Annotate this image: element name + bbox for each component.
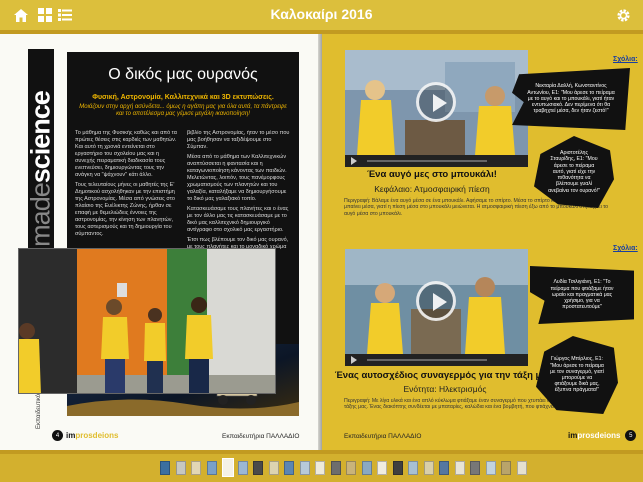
app-title: Καλοκαίρι 2016 [270,6,373,22]
seek-bar[interactable] [367,160,487,162]
page-thumbnail-icon[interactable] [222,458,234,477]
brand-made-text: made [25,183,56,247]
article-subhead: Φυσική, Αστρονομία, Καλλιτεχνικά και 3D … [92,94,274,101]
page-thumbnail-icon[interactable] [485,461,496,475]
page-thumbnail-icon[interactable] [346,461,356,475]
article-headline: Ο δικός μας ουρανός [108,66,258,83]
page-thumbnail-icon[interactable] [206,461,217,475]
page-thumbnail-icon[interactable] [516,461,527,475]
video-controls[interactable] [345,354,528,366]
article-paragraph: Κατασκευάσαμε τους πλανήτες και ο ένας μ… [187,206,289,233]
page-thumbnail-icon[interactable] [439,461,449,475]
page-thumbnail-icon[interactable] [268,461,279,475]
magazine-stage: madescience Εκπαιδευτικό Υλικό Ο δικός μ… [0,30,643,454]
play-icon[interactable] [351,356,357,364]
comment-bubble: Νεκταρία Δαλλή, Κωνσταντίνος Αντωνίου, Ε… [512,68,630,130]
comment-bubble: Λυδία Τσιλιγιάνη, Ε1: "Το πείραμα που φτ… [530,266,634,324]
page-thumbnail-icon[interactable] [423,461,434,475]
page-thumbnail-icon[interactable] [299,461,310,475]
page-thumbnail-icon[interactable] [408,461,418,475]
video1-subtitle: Κεφάλαιο: Ατμοσφαιρική πίεση [374,184,490,194]
page-thumbnail-icon[interactable] [284,461,294,475]
article-column-1: Το μάθημα της Φυσικής καθώς και από τα π… [75,130,179,241]
publisher-logo: improsdeions [66,431,118,440]
right-footer-brand: improsdeions 5 [568,430,637,441]
page-thumbnail-icon[interactable] [330,461,341,475]
video2-subtitle: Ενότητα: Ηλεκτρισμός [403,384,487,394]
page-thumbnail-icon[interactable] [315,461,325,475]
video2-title: Ένας αυτοσχέδιος συναγερμός για την τάξη… [334,370,556,381]
video2-player[interactable] [345,249,528,366]
video1-player[interactable] [345,50,528,167]
article-column-2: βιβλίο της Αστρονομίας, ήταν το μέσο που… [187,130,291,261]
brand-science-text: science [25,91,56,184]
comments-label: Σχόλια: [613,245,638,252]
publisher-logo-part: im [66,431,76,440]
right-footer-school: Εκπαιδευτήρια ΠΑΛΛΑΔΙΟ [344,433,422,440]
left-footer-brand: 4 improsdeions [52,430,118,441]
page-thumbnail-icon[interactable] [377,461,387,475]
page-thumbnail-icon[interactable] [501,461,511,475]
article-paragraph: βιβλίο της Αστρονομίας, ήταν το μέσο που… [187,130,290,150]
play-button[interactable] [416,281,456,321]
publisher-logo-part: prosdeions [75,431,119,440]
article-paragraph: Τους τελευταίους μήνες οι μαθητές της Ε'… [75,182,175,237]
students-photo[interactable] [18,248,276,394]
page-thumbnail-icon[interactable] [361,461,372,475]
article-lead: Μοιάζουν στην αρχή ασύνδετα... όμως η αγ… [79,104,287,117]
publisher-logo-part: im [568,431,578,440]
article-paragraph: Μέσα από το μάθημα των Καλλιτεχνικών ανα… [187,154,287,202]
page-number-badge: 5 [625,430,637,441]
page-thumbnail-icon[interactable] [470,461,480,475]
publisher-logo-part: prosdeions [577,431,621,440]
publisher-logo: improsdeions [568,431,620,440]
page-thumbnail-icon[interactable] [392,461,403,475]
page-thumbnail-icon[interactable] [253,461,263,475]
video-controls[interactable] [345,155,528,167]
video1-title: Ένα αυγό μες στο μπουκάλι! [367,169,497,180]
play-icon[interactable] [351,157,357,165]
page-thumbnail-icon[interactable] [237,461,248,475]
page-thumbnail-icon[interactable] [191,461,201,475]
thumbnail-strip [0,454,643,482]
left-footer-school: Εκπαιδευτήρια ΠΑΛΛΑΔΙΟ [222,433,300,440]
play-button[interactable] [416,82,456,122]
page-thumbnail-icon[interactable] [160,461,170,475]
article-paragraph: Το μάθημα της Φυσικής καθώς και από τα π… [75,130,177,178]
page-thumbnail-icon[interactable] [454,461,465,475]
top-toolbar: Καλοκαίρι 2016 [0,0,643,30]
comments-label: Σχόλια: [613,56,638,63]
seek-bar[interactable] [367,359,487,361]
page-thumbnail-icon[interactable] [175,461,186,475]
gear-icon[interactable] [614,6,632,24]
page-number-badge: 4 [52,430,63,441]
